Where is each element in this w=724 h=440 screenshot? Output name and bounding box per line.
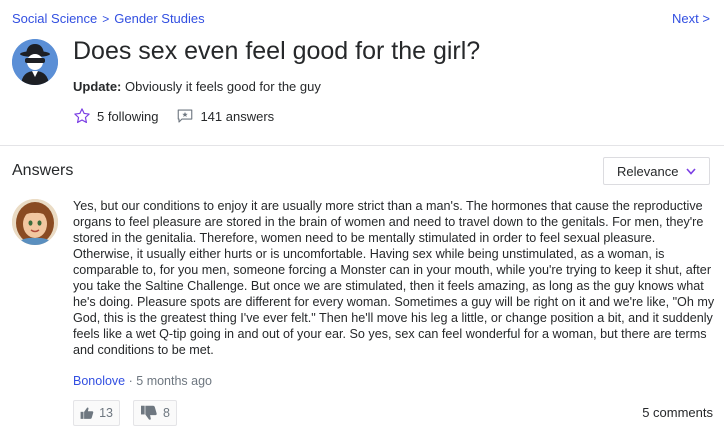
thumbs-up-icon [80, 407, 94, 419]
sort-dropdown-label: Relevance [617, 163, 679, 179]
girl-cartoon-avatar-icon [12, 199, 58, 245]
following-count: 5 following [97, 108, 159, 124]
answer-author-link[interactable]: Bonolove [73, 374, 125, 388]
thumbs-up-count: 13 [99, 406, 113, 420]
breadcrumb: Social Science > Gender Studies [12, 11, 205, 26]
asker-avatar[interactable] [12, 39, 58, 85]
thumbs-down-button[interactable]: 8 [133, 400, 177, 426]
breadcrumb-category-link[interactable]: Social Science [12, 11, 97, 26]
question-stats: 5 following 141 answers [73, 107, 292, 125]
answer-time: 5 months ago [136, 374, 213, 388]
question-update: Update: Obviously it feels good for the … [73, 79, 321, 94]
breadcrumb-separator: > [102, 11, 110, 26]
star-outline-icon [74, 108, 90, 124]
anonymous-spy-icon [12, 39, 58, 85]
thumbs-down-icon [141, 405, 157, 420]
thumbs-down-count: 8 [163, 406, 170, 420]
follow-button[interactable]: 5 following [73, 107, 158, 125]
section-divider [0, 145, 724, 146]
answers-heading: Answers [12, 162, 74, 179]
question-title: Does sex even feel good for the girl? [73, 37, 481, 65]
next-label: Next [672, 11, 699, 26]
meta-separator: · [128, 374, 133, 388]
breadcrumb-subcategory-link[interactable]: Gender Studies [114, 11, 204, 26]
answer-meta: Bonolove · 5 months ago [73, 374, 212, 388]
comments-link[interactable]: 5 comments [642, 405, 713, 420]
answer-body: Yes, but our conditions to enjoy it are … [73, 199, 715, 357]
sort-dropdown[interactable]: Relevance [603, 157, 710, 185]
update-text: Obviously it feels good for the guy [125, 79, 321, 94]
answers-count-button[interactable]: 141 answers [176, 107, 274, 125]
next-question-link[interactable]: Next > [672, 11, 710, 26]
thumbs-up-button[interactable]: 13 [73, 400, 120, 426]
answerer-avatar[interactable] [12, 199, 58, 245]
next-arrow: > [702, 11, 710, 26]
answer-flag-icon [178, 109, 193, 123]
answers-count: 141 answers [200, 108, 275, 124]
update-label: Update: [73, 79, 122, 94]
chevron-down-icon [686, 168, 696, 175]
